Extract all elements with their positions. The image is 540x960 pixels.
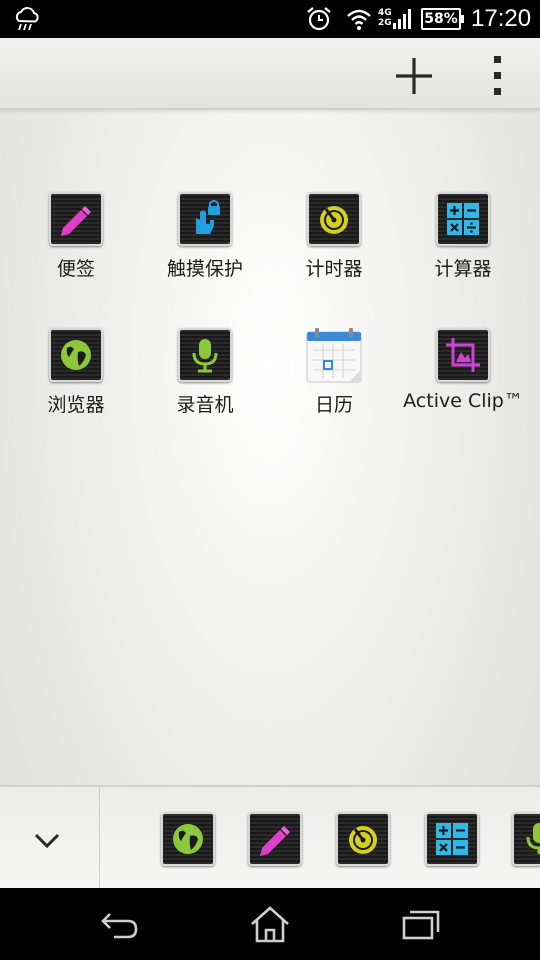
note-pencil-icon — [260, 826, 290, 856]
app-label: 日历 — [314, 394, 353, 416]
microphone-icon — [192, 339, 218, 373]
note-pencil-icon — [61, 206, 91, 236]
app-tile[interactable] — [436, 192, 490, 246]
signal-icon — [393, 9, 411, 29]
app-label: Active Clip™ — [403, 390, 523, 412]
back-icon[interactable] — [98, 904, 142, 944]
app-tile[interactable] — [307, 192, 361, 246]
app-label: 录音机 — [176, 394, 234, 416]
status-bar: 4G 2G 58% 17:20 — [0, 0, 540, 38]
app-calculator[interactable]: 计算器 — [399, 192, 527, 302]
app-touch-protection[interactable]: 触摸保护 — [141, 192, 269, 302]
calculator-icon — [436, 823, 468, 855]
network-type-label: 4G 2G — [378, 8, 392, 28]
dock-app-recorder[interactable] — [512, 812, 540, 866]
chevron-down-icon[interactable] — [30, 823, 64, 857]
clock-time: 17:20 — [471, 5, 532, 32]
microphone-icon — [526, 823, 540, 854]
app-label: 触摸保护 — [166, 258, 243, 280]
dock-app-calculator[interactable] — [425, 812, 479, 866]
dock-app-notes[interactable] — [248, 812, 302, 866]
action-bar — [0, 38, 540, 110]
touch-lock-icon — [196, 200, 220, 234]
calculator-icon — [447, 203, 479, 235]
wifi-icon — [347, 9, 371, 30]
recent-apps-icon[interactable] — [398, 904, 442, 944]
app-label: 便签 — [56, 258, 95, 280]
dock-divider — [99, 787, 100, 890]
app-label: 浏览器 — [47, 394, 105, 416]
globe-icon — [61, 340, 91, 370]
overflow-menu-icon[interactable] — [482, 52, 514, 98]
battery-indicator: 58% — [421, 8, 464, 30]
crop-icon — [446, 338, 480, 372]
globe-icon — [173, 824, 203, 854]
app-notes[interactable]: 便签 — [12, 192, 140, 302]
calendar-icon[interactable] — [305, 328, 363, 384]
app-calendar[interactable]: 日历 — [270, 328, 398, 438]
app-active-clip[interactable]: Active Clip™ — [399, 328, 527, 438]
app-tile[interactable] — [178, 192, 232, 246]
app-tile[interactable] — [436, 328, 490, 382]
timer-icon — [320, 206, 348, 234]
navigation-bar — [0, 888, 540, 960]
home-icon[interactable] — [248, 904, 292, 944]
timer-icon — [349, 826, 377, 854]
alarm-clock-icon — [307, 7, 331, 31]
app-recorder[interactable]: 录音机 — [141, 328, 269, 438]
app-label: 计时器 — [305, 258, 363, 280]
app-timer[interactable]: 计时器 — [270, 192, 398, 302]
dock-app-browser[interactable] — [161, 812, 215, 866]
app-browser[interactable]: 浏览器 — [12, 328, 140, 438]
app-tile[interactable] — [49, 192, 103, 246]
network-type-bottom: 2G — [378, 18, 392, 28]
app-tile[interactable] — [49, 328, 103, 382]
app-label: 计算器 — [434, 258, 492, 280]
app-tile[interactable] — [178, 328, 232, 382]
network-type-top: 4G — [378, 8, 392, 18]
weather-rain-icon — [15, 7, 39, 31]
dock-app-timer[interactable] — [336, 812, 390, 866]
dock — [0, 785, 540, 890]
add-icon[interactable] — [390, 54, 438, 98]
